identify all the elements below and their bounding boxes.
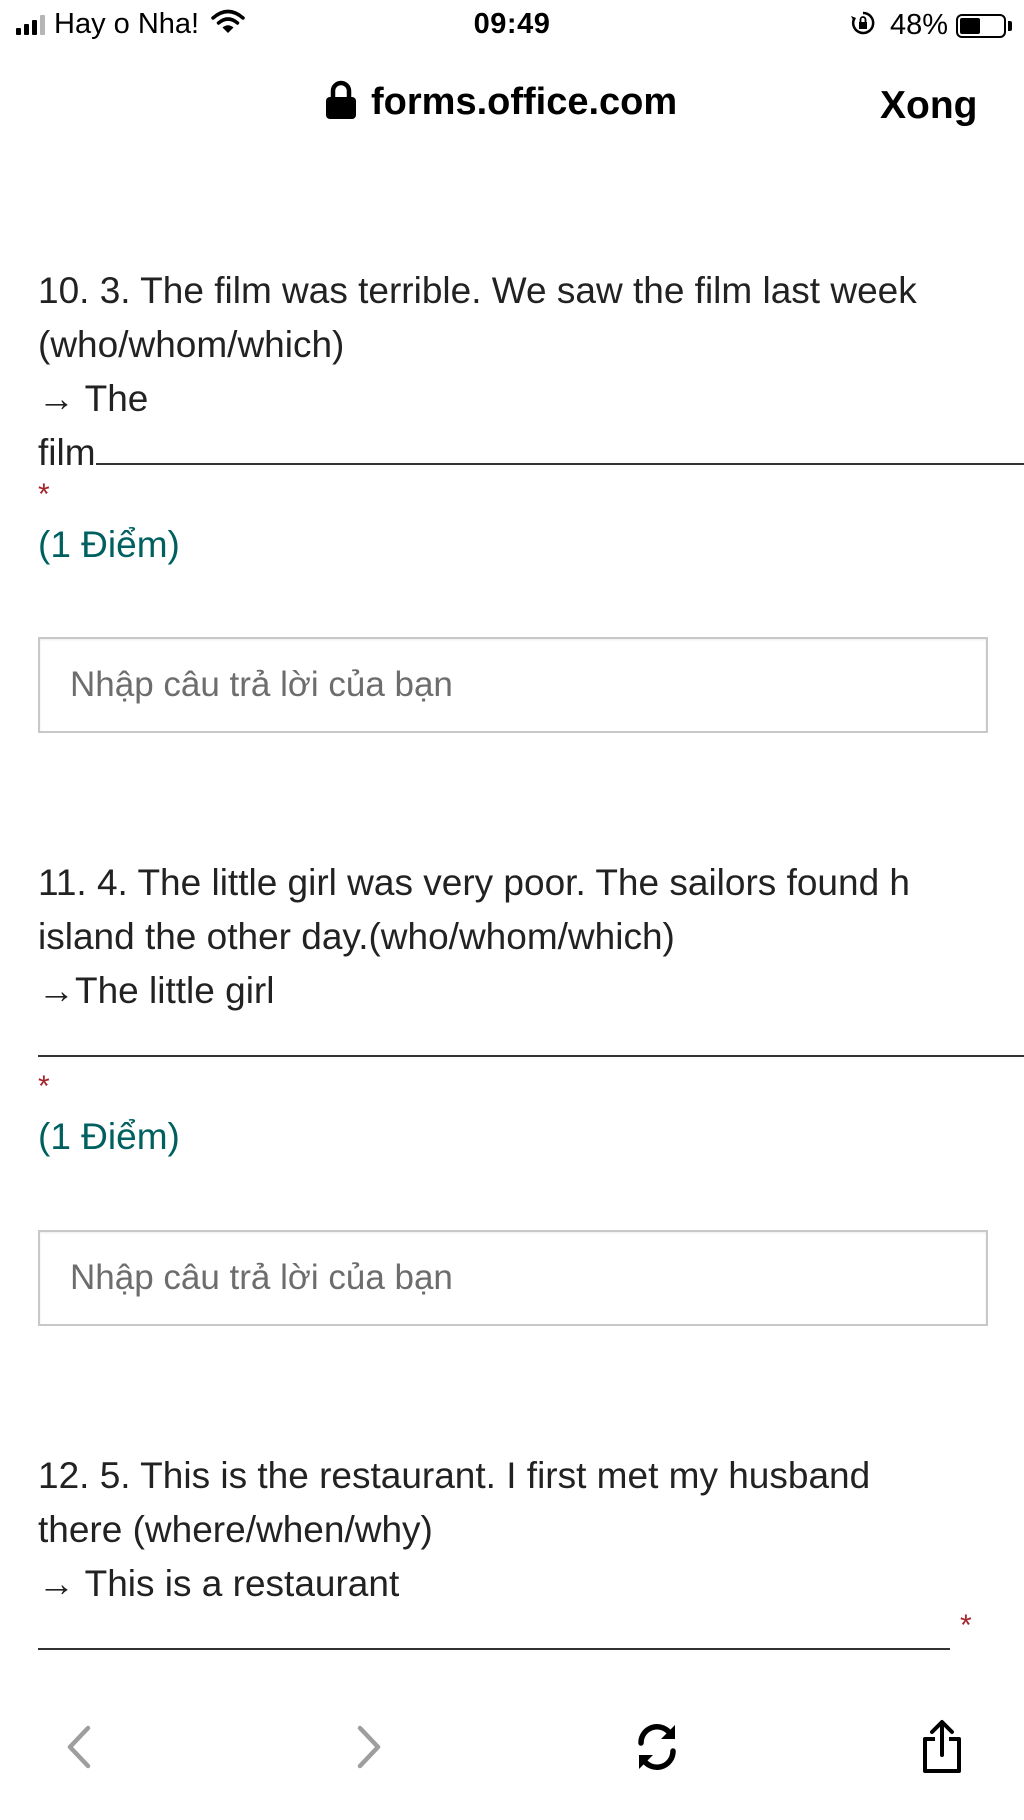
done-button[interactable]: Xong [880,84,977,128]
share-icon [920,1719,964,1780]
question-title: 11. 4. The little girl was very poor. Th… [38,856,1024,1072]
question-line: →The little girl [38,970,275,1011]
required-marker: * [38,478,50,511]
forward-button[interactable] [335,1714,405,1784]
status-bar-right: 48% [850,9,1012,42]
battery-percent: 48% [889,9,948,41]
question-line: film [38,432,96,473]
question-line-with-blank [38,1018,1024,1072]
question-points: (1 Điểm) [38,524,180,565]
question-title: 12. 5. This is the restaurant. I first m… [38,1449,1024,1665]
lock-icon [325,80,357,125]
question-line: → The [38,378,149,419]
battery-icon [956,13,1006,38]
back-button[interactable] [43,1714,113,1784]
question-line: island the other day.(who/whom/which) [38,916,675,957]
question-12: 12. 5. This is the restaurant. I first m… [38,1449,1024,1665]
orientation-lock-icon [850,10,876,41]
answer-input-10[interactable] [38,637,988,733]
answer-blank-line [95,429,1024,465]
required-marker: * [38,1070,50,1103]
question-line: 10. 3. The film was terrible. We saw the… [38,270,917,311]
question-points: (1 Điểm) [38,1116,180,1157]
question-line: → This is a restaurant [38,1563,400,1604]
status-bar: Hay o Nha! 09:49 48% [0,0,1024,54]
url-display[interactable]: forms.office.com [325,80,677,125]
url-text: forms.office.com [371,81,678,123]
browser-toolbar [0,1684,1024,1820]
question-line: 11. 4. The little girl was very poor. Th… [38,862,911,903]
answer-blank-line [38,1614,950,1650]
browser-address-bar: forms.office.com Xong [0,54,1024,154]
back-icon [63,1724,93,1775]
reload-icon [631,1721,683,1778]
question-line: there (where/when/why) [38,1509,433,1550]
forward-icon [355,1724,385,1775]
question-11: 11. 4. The little girl was very poor. Th… [38,856,1024,1158]
required-marker: * [960,1609,972,1642]
battery-cap [1008,20,1012,31]
question-10: 10. 3. The film was terrible. We saw the… [38,264,1024,566]
answer-input-11[interactable] [38,1230,988,1326]
question-line-with-blank: film [38,426,1024,480]
question-line: 12. 5. This is the restaurant. I first m… [38,1455,871,1496]
form-content: 10. 3. The film was terrible. We saw the… [0,154,1024,1684]
answer-blank-line [38,1021,1024,1057]
reload-button[interactable] [622,1714,692,1784]
question-line-with-blank: * [38,1611,1024,1665]
share-button[interactable] [907,1714,977,1784]
question-title: 10. 3. The film was terrible. We saw the… [38,264,1024,480]
battery-level [960,17,980,34]
question-line: (who/whom/which) [38,324,345,365]
